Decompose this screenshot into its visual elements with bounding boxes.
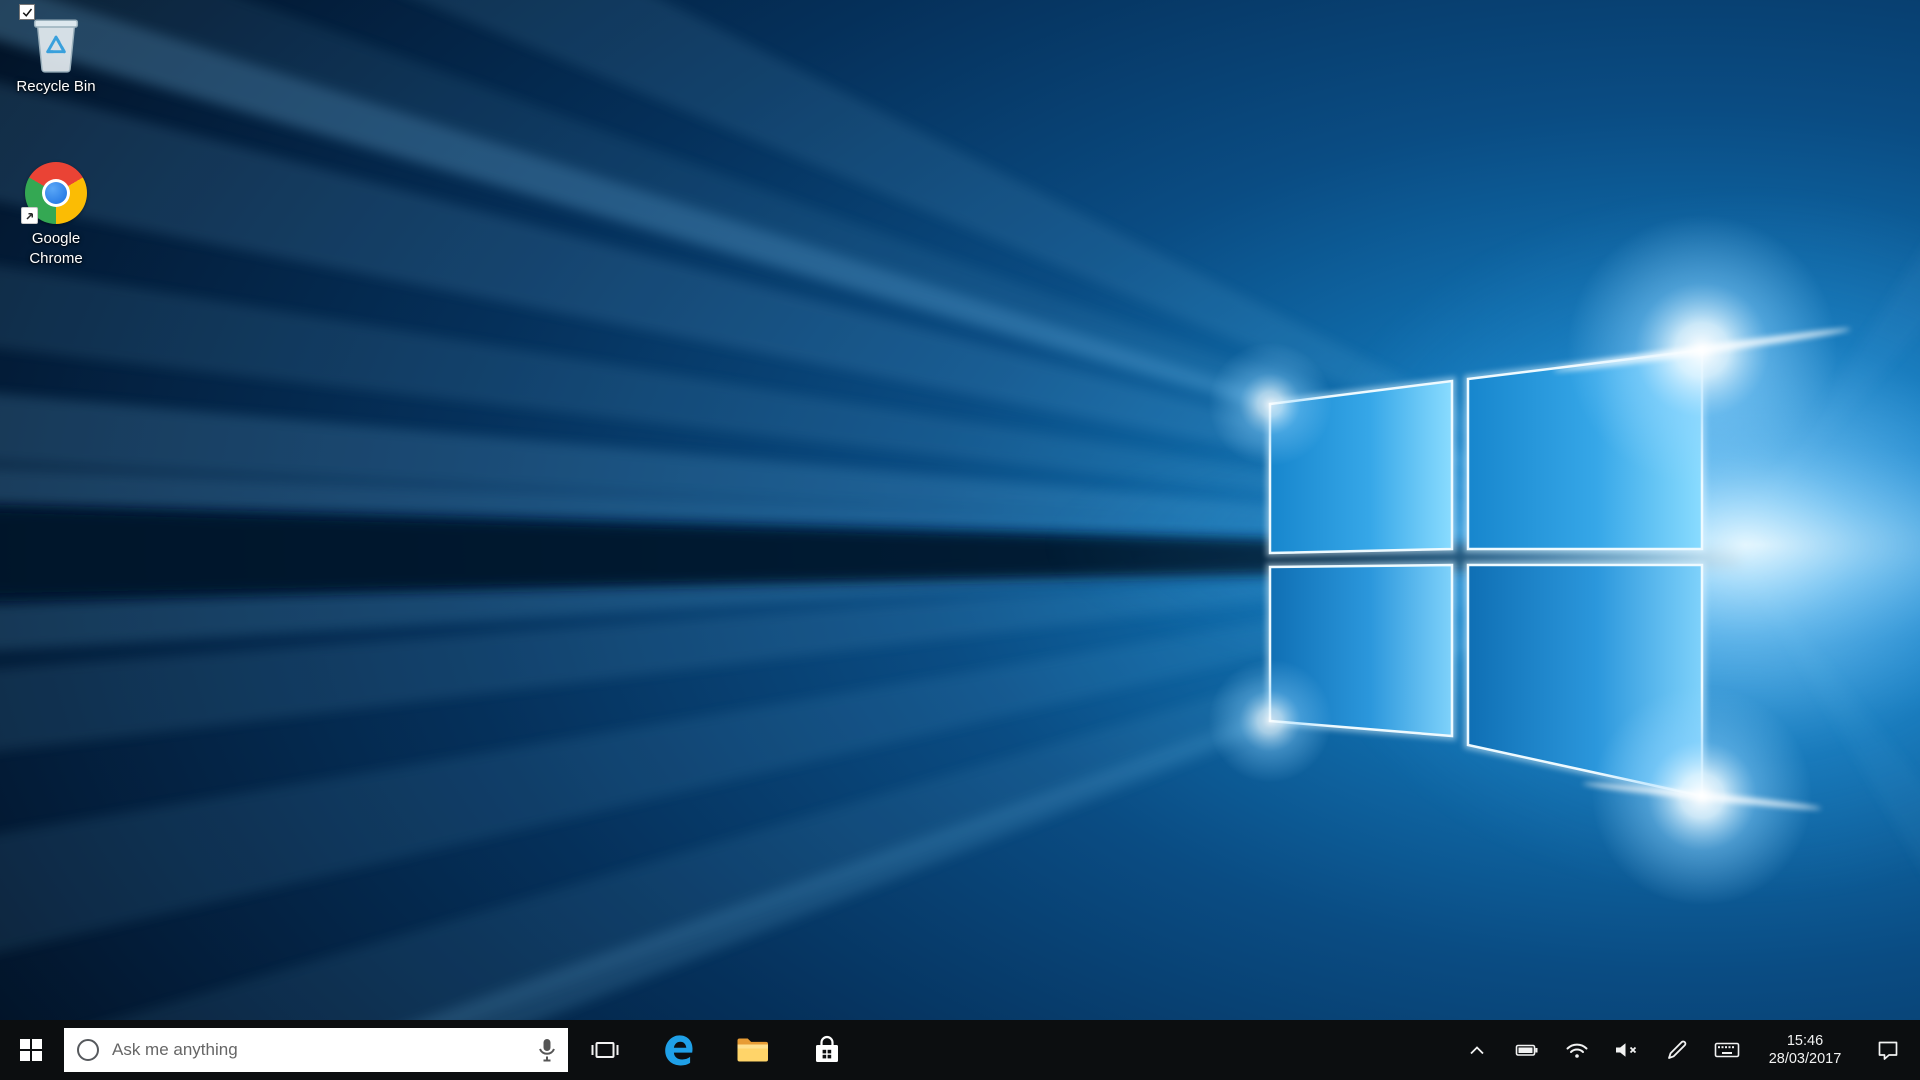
microphone-icon[interactable]	[536, 1037, 558, 1063]
microsoft-edge-icon	[665, 1035, 693, 1066]
touch-keyboard-button[interactable]	[1702, 1020, 1752, 1080]
task-view-icon	[591, 1042, 619, 1058]
clock-time: 15:46	[1786, 1033, 1824, 1049]
chevron-up-icon	[1470, 1046, 1484, 1055]
action-center-button[interactable]	[1858, 1020, 1918, 1080]
taskbar-app-microsoft-edge[interactable]	[642, 1020, 716, 1080]
volume-button[interactable]	[1602, 1020, 1652, 1080]
desktop-wallpaper	[0, 0, 1920, 1080]
windows-ink-button[interactable]	[1652, 1020, 1702, 1080]
action-center-icon	[1878, 1041, 1898, 1060]
wallpaper-image	[0, 0, 1920, 1080]
microsoft-store-icon	[816, 1035, 838, 1062]
checkmark-icon	[22, 8, 33, 17]
cortana-icon	[77, 1039, 99, 1061]
taskbar-clock[interactable]: 15:46 28/03/2017	[1752, 1020, 1858, 1080]
network-status-button[interactable]	[1552, 1020, 1602, 1080]
shortcut-arrow-icon	[21, 207, 38, 224]
wifi-icon	[1566, 1043, 1588, 1058]
taskbar: 15:46 28/03/2017	[0, 1020, 1920, 1080]
recycle-bin-icon	[33, 19, 79, 73]
icon-label: Recycle Bin	[16, 78, 96, 95]
windows-logo-icon	[20, 1039, 42, 1061]
task-view-button[interactable]	[568, 1020, 642, 1080]
item-checkbox[interactable]	[19, 4, 35, 20]
hidden-icons-chevron-button[interactable]	[1452, 1020, 1502, 1080]
desktop-icon-google-chrome[interactable]: Google Chrome	[8, 158, 104, 268]
pen-icon	[1668, 1040, 1687, 1059]
icon-label: Google Chrome	[29, 230, 83, 267]
taskbar-app-microsoft-store[interactable]	[790, 1020, 864, 1080]
search-input[interactable]	[110, 1039, 530, 1061]
clock-date: 28/03/2017	[1768, 1051, 1842, 1067]
search-box[interactable]	[64, 1028, 568, 1072]
touch-keyboard-icon	[1714, 1042, 1740, 1058]
desktop-icon-recycle-bin[interactable]: Recycle Bin	[8, 4, 104, 97]
file-explorer-icon	[737, 1038, 768, 1062]
battery-status-button[interactable]	[1502, 1020, 1552, 1080]
start-button[interactable]	[0, 1020, 62, 1080]
volume-muted-icon	[1616, 1043, 1637, 1057]
battery-icon	[1515, 1044, 1538, 1056]
system-tray: 15:46 28/03/2017	[1452, 1020, 1920, 1080]
taskbar-app-file-explorer[interactable]	[716, 1020, 790, 1080]
